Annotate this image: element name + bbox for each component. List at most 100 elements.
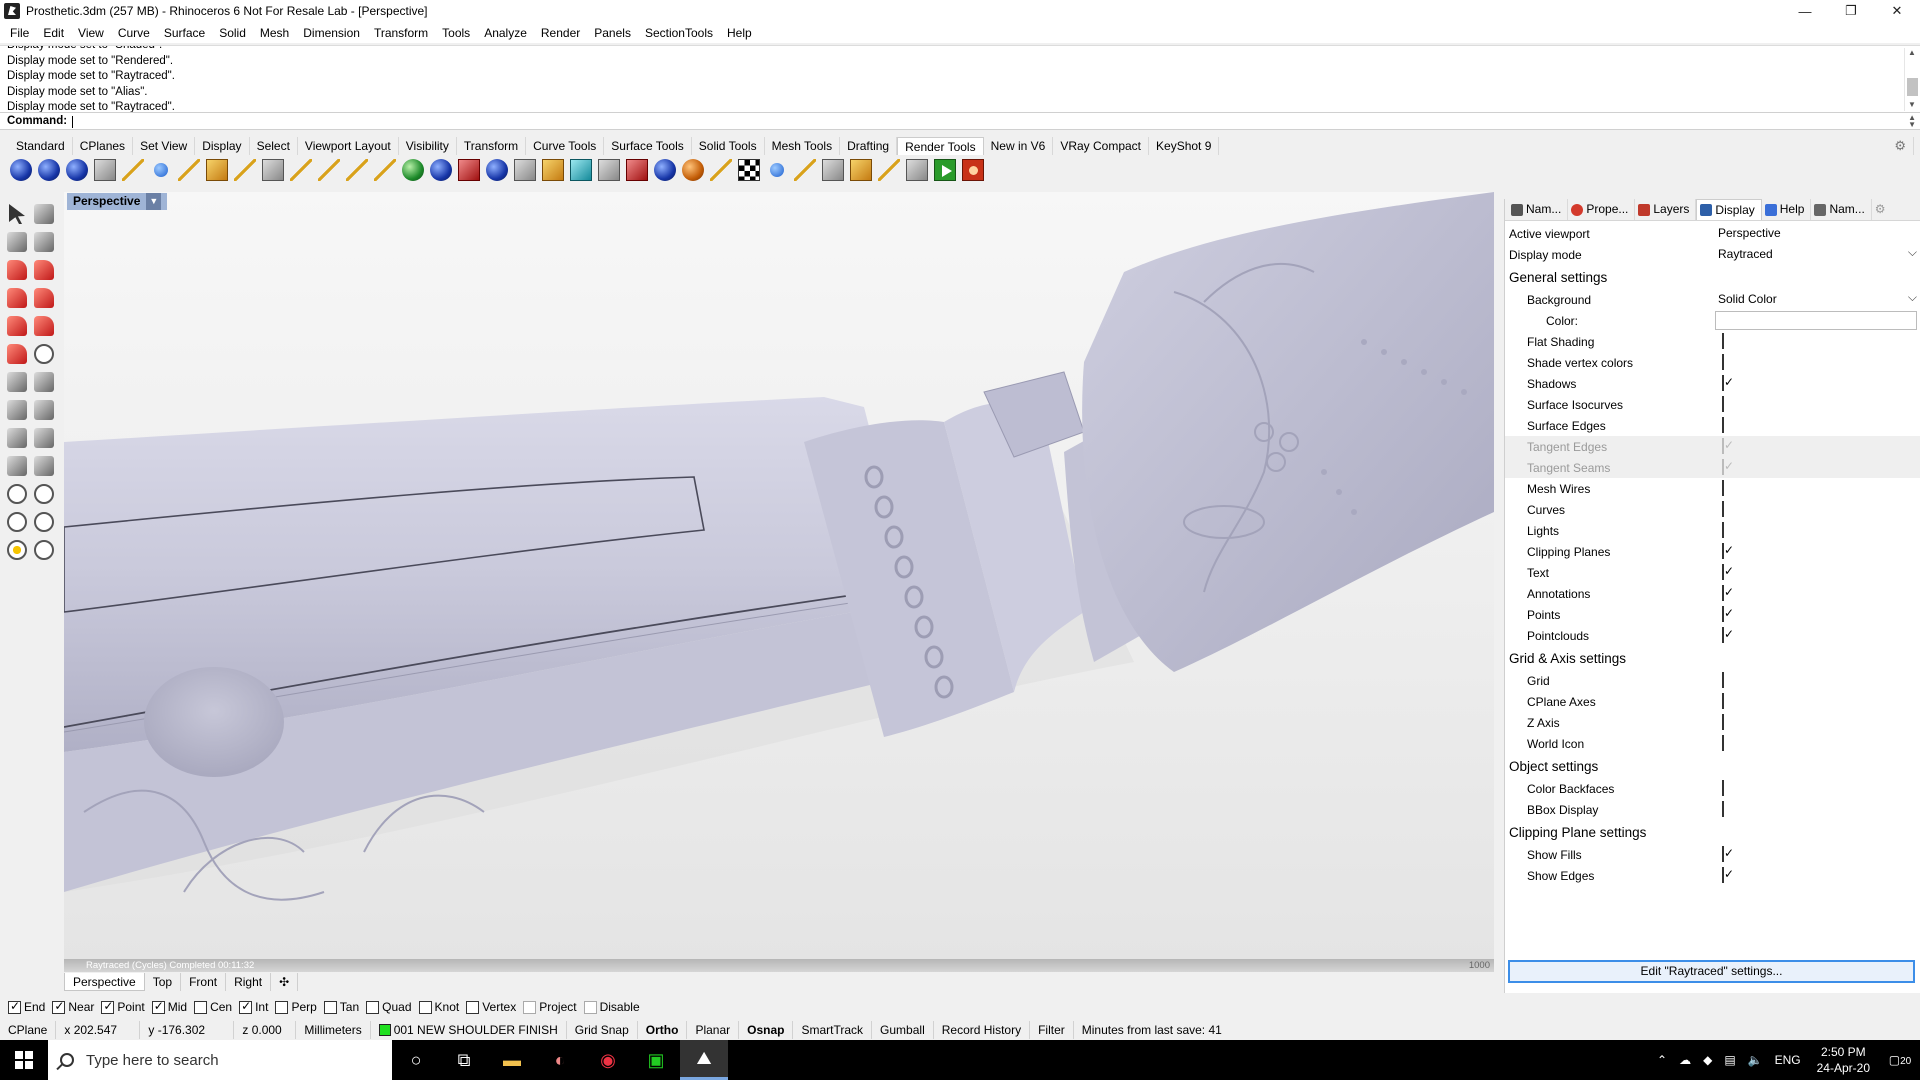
osnap-knot-checkbox[interactable]: [418, 1000, 432, 1014]
directional-light-icon[interactable]: [178, 159, 200, 181]
play-icon[interactable]: [934, 159, 956, 181]
bbox-display-checkbox[interactable]: [1722, 801, 1724, 817]
cortana-icon[interactable]: ○: [392, 1040, 440, 1080]
render-window-icon[interactable]: [38, 159, 60, 181]
status-filter[interactable]: Filter: [1030, 1021, 1074, 1039]
osnap-quad[interactable]: Quad: [366, 1000, 412, 1014]
viewport-menu-icon[interactable]: ▼: [146, 193, 162, 210]
camtasia-icon[interactable]: ▣: [632, 1040, 680, 1080]
rotate-view-icon[interactable]: [7, 540, 27, 560]
display-mode-select[interactable]: Raytraced: [1715, 243, 1920, 264]
background-select[interactable]: Solid Color: [1715, 288, 1920, 309]
sun-icon[interactable]: [262, 159, 284, 181]
menu-sectiontools[interactable]: SectionTools: [638, 26, 720, 40]
tab-visibility[interactable]: Visibility: [399, 137, 457, 155]
menu-curve[interactable]: Curve: [111, 26, 157, 40]
command-spinner-icon[interactable]: ▲ ▼: [1908, 114, 1916, 129]
osnap-near[interactable]: Near: [52, 999, 94, 1014]
tab-surface-tools[interactable]: Surface Tools: [604, 137, 692, 155]
osnap-int[interactable]: Int: [239, 999, 268, 1014]
zoom-window-icon[interactable]: [34, 484, 54, 504]
mapping-widget-icon[interactable]: [374, 159, 396, 181]
osnap-mid-checkbox[interactable]: [151, 999, 165, 1014]
select-pointer-icon[interactable]: [9, 204, 25, 224]
onedrive-icon[interactable]: ☁: [1673, 1053, 1697, 1067]
sun-position-icon[interactable]: [878, 159, 900, 181]
floor-icon[interactable]: [822, 159, 844, 181]
material-library-icon[interactable]: [458, 159, 480, 181]
mesh-wires-checkbox[interactable]: [1722, 480, 1724, 496]
clock[interactable]: 2:50 PM 24-Apr-20: [1807, 1044, 1880, 1076]
panel-tab-layers[interactable]: Layers: [1635, 199, 1697, 220]
array-icon[interactable]: [7, 372, 27, 392]
search-light-icon[interactable]: [794, 159, 816, 181]
file-explorer-icon[interactable]: ▬: [488, 1040, 536, 1080]
osnap-perp-checkbox[interactable]: [275, 1000, 289, 1014]
sun-settings-icon[interactable]: [514, 159, 536, 181]
toolbar-gear-icon[interactable]: ⚙: [1887, 137, 1914, 155]
orient-icon[interactable]: [34, 428, 54, 448]
osnap-mid[interactable]: Mid: [151, 999, 187, 1014]
rhino-taskbar-icon[interactable]: ⛰: [680, 1040, 728, 1080]
dropbox-icon[interactable]: ◆: [1697, 1053, 1718, 1067]
osnap-disable[interactable]: Disable: [583, 1000, 640, 1014]
section-clipping-plane-settings[interactable]: Clipping Plane settings: [1505, 820, 1920, 844]
paint-app-icon[interactable]: ◐: [536, 1040, 584, 1080]
menu-view[interactable]: View: [71, 26, 111, 40]
status-planar[interactable]: Planar: [687, 1021, 740, 1039]
network-icon[interactable]: ▤: [1718, 1053, 1741, 1067]
show-edges-checkbox[interactable]: [1722, 867, 1724, 883]
cube-icon[interactable]: [34, 456, 54, 476]
viewport-title[interactable]: Perspective ▼: [67, 193, 168, 210]
surface-edges-checkbox[interactable]: [1722, 417, 1724, 433]
tab-vray-compact[interactable]: VRay Compact: [1053, 137, 1150, 155]
background-color-swatch[interactable]: [1715, 311, 1917, 330]
panel-tab-named-cplanes[interactable]: Nam...: [1811, 199, 1872, 220]
rotate-icon[interactable]: [7, 400, 27, 420]
volume-icon[interactable]: 🔈: [1742, 1053, 1769, 1067]
start-button[interactable]: [0, 1040, 48, 1080]
lights-checkbox[interactable]: [1722, 522, 1724, 538]
light-bulb-icon[interactable]: [770, 163, 784, 177]
osnap-vertex[interactable]: Vertex: [466, 1000, 516, 1014]
viewport-tab-perspective[interactable]: Perspective: [64, 973, 145, 991]
spotlight-icon[interactable]: [122, 159, 144, 181]
osnap-disable-checkbox[interactable]: [583, 1000, 597, 1014]
surface-icon[interactable]: [7, 260, 27, 280]
solid-box-icon[interactable]: [7, 288, 27, 308]
command-history[interactable]: Display mode set to "Shaded". Display mo…: [0, 45, 1920, 112]
panel-tab-display[interactable]: Display: [1696, 199, 1762, 220]
tab-curve-tools[interactable]: Curve Tools: [526, 137, 605, 155]
tab-new-in-v6[interactable]: New in V6: [984, 137, 1054, 155]
frame-icon[interactable]: [906, 159, 928, 181]
osnap-project-checkbox[interactable]: [523, 1000, 537, 1014]
boolean-union-icon[interactable]: [7, 316, 27, 336]
shadows-checkbox[interactable]: [1722, 375, 1724, 391]
menu-help[interactable]: Help: [720, 26, 759, 40]
tab-keyshot-9[interactable]: KeyShot 9: [1149, 137, 1220, 155]
tab-set-view[interactable]: Set View: [133, 137, 196, 155]
materials-icon[interactable]: [430, 159, 452, 181]
render-mesh-icon[interactable]: [626, 159, 648, 181]
points-checkbox[interactable]: [1722, 606, 1724, 622]
panel-gear-icon[interactable]: ⚙: [1872, 199, 1892, 220]
rectangular-light-icon[interactable]: [206, 159, 228, 181]
curves-checkbox[interactable]: [1722, 501, 1724, 517]
linear-light-icon[interactable]: [234, 159, 256, 181]
section-grid-axis-settings[interactable]: Grid & Axis settings: [1505, 646, 1920, 670]
tab-cplanes[interactable]: CPlanes: [73, 137, 134, 155]
status-record-history[interactable]: Record History: [934, 1021, 1031, 1039]
light-edit-icon[interactable]: [290, 159, 312, 181]
status-current-layer[interactable]: 001 NEW SHOULDER FINISH: [371, 1021, 567, 1039]
history-scrollbar[interactable]: ▲ ▼: [1904, 48, 1918, 111]
scale-icon[interactable]: [34, 400, 54, 420]
osnap-perp[interactable]: Perp: [275, 1000, 317, 1014]
rhino-app-icon[interactable]: [4, 3, 20, 19]
taskbar-search[interactable]: Type here to search: [48, 1040, 392, 1080]
tab-select[interactable]: Select: [250, 137, 298, 155]
tab-drafting[interactable]: Drafting: [840, 137, 898, 155]
menu-dimension[interactable]: Dimension: [296, 26, 367, 40]
menu-solid[interactable]: Solid: [212, 26, 253, 40]
scroll-thumb[interactable]: [1907, 78, 1918, 96]
status-ortho[interactable]: Ortho: [638, 1021, 688, 1039]
